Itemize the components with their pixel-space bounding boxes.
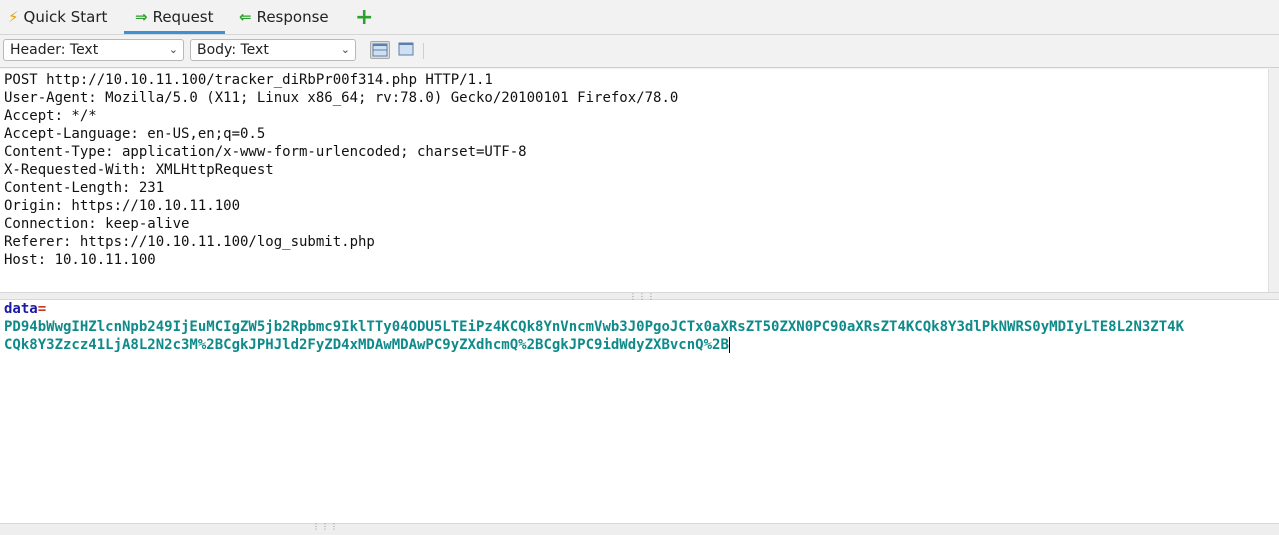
header-view-select[interactable]: Header: Text ⌄ — [3, 39, 184, 61]
toolbar-separator — [423, 43, 424, 59]
tab-response[interactable]: ⇐ Response — [239, 0, 329, 34]
body-lines: data= PD94bWwgIHZlcnNpb249IjEuMCIgZW5jb2… — [4, 300, 1184, 354]
text-caret — [728, 337, 730, 353]
header-line: Content-Length: 231 — [4, 180, 165, 196]
tab-response-label: Response — [256, 8, 329, 26]
vertical-split-button[interactable] — [397, 41, 417, 59]
plus-icon: + — [355, 4, 374, 30]
header-line: Accept-Language: en-US,en;q=0.5 — [4, 126, 266, 142]
header-line: Connection: keep-alive — [4, 216, 190, 232]
request-body-editor[interactable]: data= PD94bWwgIHZlcnNpb249IjEuMCIgZW5jb2… — [0, 300, 1279, 523]
body-param-equals: = — [37, 301, 47, 317]
header-line: Referer: https://10.10.11.100/log_submit… — [4, 234, 375, 250]
header-scrollbar[interactable] — [1268, 69, 1279, 292]
tab-request-label: Request — [152, 8, 214, 26]
horizontal-split-button[interactable] — [370, 41, 390, 59]
header-line: Accept: */* — [4, 108, 97, 124]
header-line: User-Agent: Mozilla/5.0 (X11; Linux x86_… — [4, 90, 679, 106]
add-tab-button[interactable]: + — [355, 0, 373, 34]
horizontal-split-icon — [372, 43, 388, 57]
body-view-select[interactable]: Body: Text ⌄ — [190, 39, 356, 61]
splitter-grip-icon: ⋮⋮⋮ — [312, 522, 339, 531]
arrow-left-icon: ⇐ — [239, 7, 252, 26]
header-view-value: Header: Text — [10, 42, 99, 58]
body-view-value: Body: Text — [197, 42, 269, 58]
vertical-split-icon — [398, 42, 414, 56]
arrow-right-icon: ⇒ — [135, 7, 148, 26]
body-param-value-line: PD94bWwgIHZlcnNpb249IjEuMCIgZW5jb2Rpbmc9… — [4, 319, 1185, 335]
bottom-splitter[interactable]: ⋮⋮⋮ — [0, 523, 1279, 535]
tab-request[interactable]: ⇒ Request — [124, 0, 225, 34]
chevron-down-icon: ⌄ — [340, 43, 350, 56]
chevron-down-icon: ⌄ — [168, 43, 178, 56]
header-line: Host: 10.10.11.100 — [4, 252, 156, 268]
header-lines: POST http://10.10.11.100/tracker_diRbPr0… — [4, 71, 678, 269]
editor-toolbar: Header: Text ⌄ Body: Text ⌄ — [0, 35, 1279, 68]
request-editor-window: ⚡ Quick Start ⇒ Request ⇐ Response + Hea… — [0, 0, 1279, 535]
pane-splitter[interactable]: ⋮⋮⋮ — [0, 292, 1279, 301]
header-line: Content-Type: application/x-www-form-url… — [4, 144, 527, 160]
tab-bar: ⚡ Quick Start ⇒ Request ⇐ Response + — [0, 0, 1279, 35]
header-line: Origin: https://10.10.11.100 — [4, 198, 241, 214]
tab-quick-start[interactable]: ⚡ Quick Start — [8, 0, 107, 34]
request-header-editor[interactable]: POST http://10.10.11.100/tracker_diRbPr0… — [0, 69, 1268, 292]
body-param-value-line: CQk8Y3Zzcz41LjA8L2N2c3M%2BCgkJPHJld2FyZD… — [4, 337, 729, 353]
tab-quick-start-label: Quick Start — [23, 8, 108, 26]
header-line: POST http://10.10.11.100/tracker_diRbPr0… — [4, 72, 493, 88]
body-param-name: data — [4, 301, 38, 317]
header-line: X-Requested-With: XMLHttpRequest — [4, 162, 274, 178]
lightning-icon: ⚡ — [8, 7, 19, 26]
